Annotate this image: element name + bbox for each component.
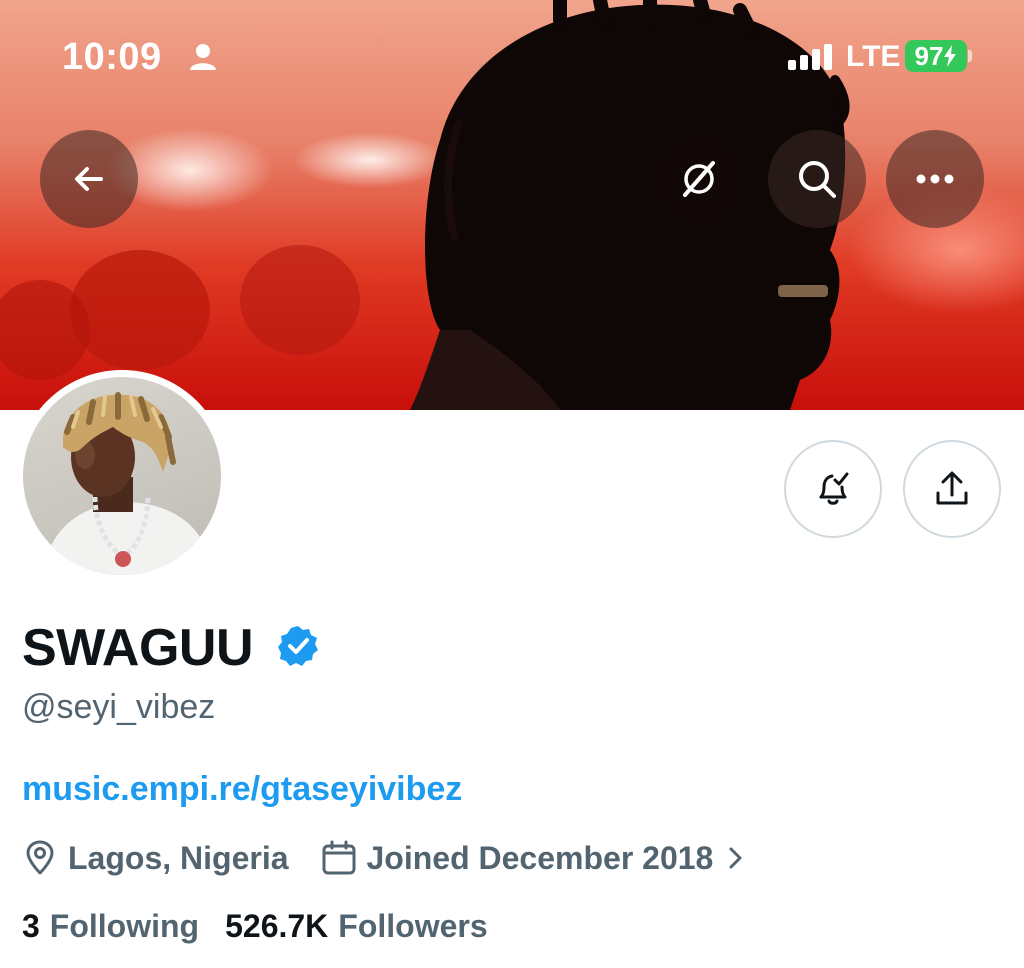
person-icon bbox=[190, 44, 216, 70]
battery-level: 97 bbox=[914, 40, 944, 71]
network-type: LTE bbox=[846, 40, 901, 73]
following-count: 3 bbox=[22, 908, 40, 944]
share-upload-icon bbox=[936, 471, 968, 505]
user-handle: @seyi_vibez bbox=[22, 688, 216, 726]
battery-indicator: 97 bbox=[905, 40, 967, 72]
back-button[interactable] bbox=[40, 130, 138, 228]
verified-badge-icon bbox=[278, 626, 318, 666]
followers-stat[interactable]: 526.7K Followers bbox=[225, 908, 488, 945]
location-pin-icon bbox=[26, 840, 54, 875]
more-button[interactable] bbox=[886, 130, 984, 228]
grok-slash-circle-icon bbox=[683, 161, 715, 197]
more-horizontal-icon bbox=[916, 174, 954, 184]
avatar-photo bbox=[43, 392, 213, 575]
avatar-image bbox=[23, 377, 221, 575]
followers-label: Followers bbox=[338, 908, 488, 944]
share-button[interactable] bbox=[903, 440, 1001, 538]
status-time: 10:09 bbox=[62, 36, 162, 78]
bell-check-icon bbox=[819, 472, 849, 505]
charging-bolt-icon bbox=[944, 45, 957, 67]
grok-button[interactable] bbox=[650, 130, 748, 228]
display-name: SWAGUU bbox=[22, 619, 254, 677]
notifications-button[interactable] bbox=[784, 440, 882, 538]
profile-meta-row: Lagos, Nigeria Joined December 2018 bbox=[22, 838, 747, 878]
search-button[interactable] bbox=[768, 130, 866, 228]
joined-date[interactable]: Joined December 2018 bbox=[367, 840, 714, 877]
cellular-signal-icon bbox=[788, 44, 832, 70]
battery-cap bbox=[968, 50, 972, 62]
arrow-left-icon bbox=[75, 167, 103, 191]
following-label: Following bbox=[49, 908, 200, 944]
chevron-right-icon[interactable] bbox=[725, 845, 747, 871]
website-link[interactable]: music.empi.re/gtaseyivibez bbox=[22, 770, 462, 809]
followers-count: 526.7K bbox=[225, 908, 329, 944]
follow-stats: 3 Following 526.7K Followers bbox=[22, 908, 488, 945]
following-stat[interactable]: 3 Following bbox=[22, 908, 199, 945]
search-icon bbox=[799, 161, 836, 198]
calendar-icon bbox=[322, 840, 355, 875]
location-text: Lagos, Nigeria bbox=[68, 839, 289, 876]
avatar[interactable] bbox=[16, 370, 228, 582]
